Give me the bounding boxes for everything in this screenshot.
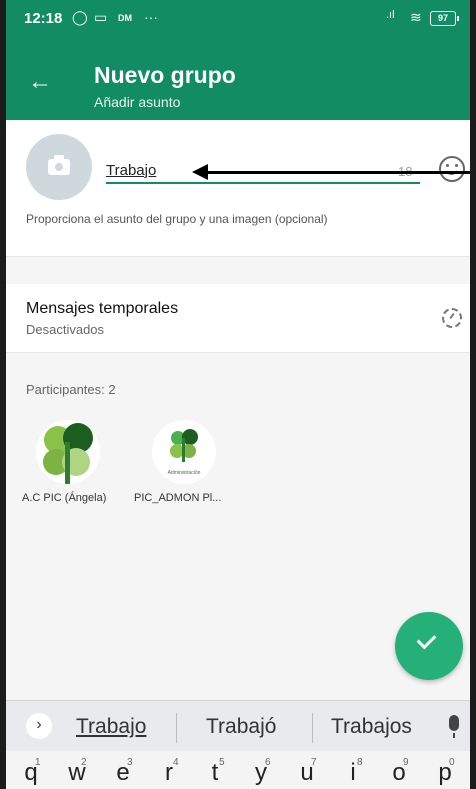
temporary-messages-row[interactable]: Mensajes temporales Desactivados bbox=[6, 284, 470, 353]
battery-icon: 97 bbox=[430, 11, 459, 26]
key-p[interactable]: p0 bbox=[428, 757, 462, 787]
status-time: 12:18 bbox=[24, 10, 63, 27]
avatar-tag: Administración bbox=[167, 470, 201, 476]
participant-item[interactable]: Administración PIC_ADMON Pl... bbox=[134, 420, 254, 504]
subject-card: 18 Proporciona el asunto del grupo y una… bbox=[6, 120, 470, 257]
temp-messages-title: Mensajes temporales bbox=[26, 300, 179, 317]
participant-item[interactable]: A.C PIC (Ángela) bbox=[22, 420, 142, 504]
divider bbox=[312, 713, 313, 743]
key-e[interactable]: e3 bbox=[106, 757, 140, 787]
mic-icon[interactable] bbox=[449, 715, 459, 738]
participant-name: PIC_ADMON Pl... bbox=[134, 492, 222, 504]
key-y[interactable]: y6 bbox=[244, 757, 278, 787]
key-u[interactable]: u7 bbox=[290, 757, 324, 787]
group-photo-button[interactable] bbox=[26, 134, 92, 200]
chevron-right-icon[interactable]: › bbox=[26, 713, 52, 739]
annotation-arrow bbox=[206, 171, 470, 174]
status-bar: 12:18 ◯ ▭ DM ··· .ıl ≋ 97 bbox=[6, 0, 470, 36]
annotation-arrow-head bbox=[192, 164, 208, 180]
key-w[interactable]: w2 bbox=[60, 757, 94, 787]
suggestion-1[interactable]: Trabajo bbox=[76, 715, 146, 739]
avatar: Administración bbox=[152, 420, 216, 484]
key-q[interactable]: q1 bbox=[14, 757, 48, 787]
key-i[interactable]: i8 bbox=[336, 757, 370, 787]
page-subtitle: Añadir asunto bbox=[94, 94, 181, 110]
app-frame: 12:18 ◯ ▭ DM ··· .ıl ≋ 97 ← Nuevo grupo … bbox=[6, 0, 470, 789]
camera-icon bbox=[48, 155, 70, 175]
key-r[interactable]: r4 bbox=[152, 757, 186, 787]
keyboard: › Trabajo Trabajó Trabajos q1 w2 e3 r4 t… bbox=[6, 700, 470, 789]
more-icon: ··· bbox=[144, 9, 158, 25]
wifi-icon: ≋ bbox=[410, 9, 422, 25]
signal-icon: .ıl bbox=[386, 9, 395, 21]
screen-icon: ▭ bbox=[94, 9, 108, 25]
key-t[interactable]: t5 bbox=[198, 757, 232, 787]
key-o[interactable]: o9 bbox=[382, 757, 416, 787]
avatar bbox=[36, 420, 100, 484]
app-bar: 12:18 ◯ ▭ DM ··· .ıl ≋ 97 ← Nuevo grupo … bbox=[6, 0, 470, 120]
page-title: Nuevo grupo bbox=[94, 62, 236, 88]
participants-label: Participantes: 2 bbox=[26, 382, 116, 397]
status-tag: DM bbox=[118, 13, 132, 23]
suggestion-2[interactable]: Trabajó bbox=[206, 715, 276, 739]
create-group-button[interactable] bbox=[395, 612, 463, 680]
participant-name: A.C PIC (Ángela) bbox=[22, 492, 107, 504]
emoji-icon[interactable] bbox=[439, 156, 465, 182]
subject-hint: Proporciona el asunto del grupo y una im… bbox=[26, 212, 328, 226]
divider bbox=[176, 713, 177, 743]
whatsapp-icon: ◯ bbox=[72, 9, 88, 25]
suggestion-3[interactable]: Trabajos bbox=[331, 715, 412, 739]
temp-messages-status: Desactivados bbox=[26, 322, 105, 337]
check-icon bbox=[416, 629, 437, 650]
timer-icon bbox=[442, 308, 462, 328]
key-row: q1 w2 e3 r4 t5 y6 u7 i8 o9 p0 bbox=[6, 751, 470, 789]
back-arrow-icon[interactable]: ← bbox=[28, 70, 52, 94]
